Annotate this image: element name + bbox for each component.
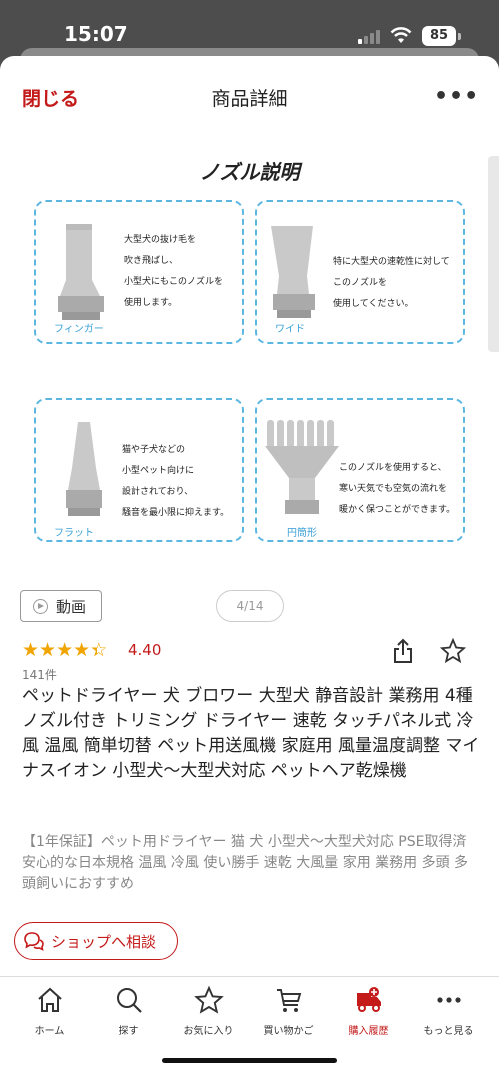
share-icon[interactable] <box>392 638 414 664</box>
rating-star-icon: ☆★ <box>90 639 108 661</box>
favorite-star-icon[interactable] <box>440 638 466 664</box>
tab-label: もっと見る <box>423 1026 474 1037</box>
nozzle-name: フィンガー <box>54 324 104 335</box>
review-count[interactable]: 141件 <box>22 666 57 683</box>
more-menu-button[interactable]: ••• <box>434 84 479 109</box>
tab-purchase-history[interactable]: 購入履歴 <box>327 977 410 1047</box>
signal-icon <box>358 30 380 44</box>
rating-stars: ★★★★☆★ <box>22 640 107 660</box>
tab-home[interactable]: ホーム <box>8 977 91 1047</box>
finger-nozzle-image <box>58 224 104 320</box>
rating-value: 4.40 <box>128 641 162 659</box>
next-image-peek[interactable] <box>488 156 499 352</box>
nozzle-description: 猫や子犬などの 小型ペット向けに 設計されており、 騒音を最小限に抑えます。 <box>122 445 230 518</box>
comb-nozzle-image <box>265 420 339 514</box>
nozzle-description: 特に大型犬の速乾性に対して このノズルを 使用してください。 <box>333 257 450 309</box>
tab-more[interactable]: もっと見る <box>407 977 490 1047</box>
nozzle-card-flat: フラット 猫や子犬などの 小型ペット向けに 設計されており、 騒音を最小限に抑え… <box>34 398 244 542</box>
chat-bubble-icon <box>24 932 44 951</box>
tab-label: 買い物かご <box>263 1026 314 1037</box>
header: 閉じる 商品詳細 ••• <box>0 56 499 122</box>
rating-star-icon: ★ <box>39 639 57 661</box>
nozzle-name: ワイド <box>275 324 305 335</box>
nozzle-card-wide: ワイド 特に大型犬の速乾性に対して このノズルを 使用してください。 <box>255 200 465 344</box>
cart-icon <box>277 989 302 1012</box>
rating-star-icon: ★ <box>22 639 40 661</box>
wifi-icon <box>390 27 412 43</box>
more-icon <box>437 997 461 1003</box>
tab-cart[interactable]: 買い物かご <box>247 977 330 1047</box>
page-title: 商品詳細 <box>211 88 288 110</box>
wide-nozzle-image <box>271 226 315 318</box>
nozzle-description: 大型犬の抜け毛を 吹き飛ばし、 小型犬にもこのノズルを 使用します。 <box>124 235 224 308</box>
image-title: ノズル説明 <box>199 160 300 184</box>
video-button[interactable]: 動画 <box>20 590 102 622</box>
star-icon <box>194 985 224 1014</box>
play-icon <box>33 599 48 614</box>
nozzle-card-finger: フィンガー 大型犬の抜け毛を 吹き飛ばし、 小型犬にもこのノズルを 使用します。 <box>34 200 244 344</box>
shop-consult-button[interactable]: ショップへ相談 <box>14 922 178 960</box>
video-label: 動画 <box>56 598 87 616</box>
home-icon <box>38 987 62 1012</box>
image-pager: 4/14 <box>216 590 284 622</box>
tab-label: 探す <box>118 1026 139 1037</box>
search-icon <box>117 988 142 1013</box>
truck-icon <box>357 987 381 1012</box>
tab-label: 購入履歴 <box>348 1026 389 1037</box>
rating-star-icon: ★ <box>73 639 91 661</box>
tab-label: お気に入り <box>183 1026 234 1037</box>
rating-star-icon: ★ <box>56 639 74 661</box>
home-indicator <box>162 1058 337 1063</box>
bottom-tab-bar: ホーム 探す お気に入り 買い物かご 購入履歴 もっと見る <box>0 976 499 1080</box>
tab-search[interactable]: 探す <box>87 977 170 1047</box>
tab-label: ホーム <box>34 1026 65 1037</box>
nozzle-description: このノズルを使用すると、 寒い天気でも空気の流れを 暖かく保つことができます。 <box>339 463 456 515</box>
nozzle-name: フラット <box>54 528 94 539</box>
nozzle-name: 円筒形 <box>287 528 317 539</box>
shop-consult-label: ショップへ相談 <box>51 933 157 951</box>
nozzle-card-cylinder: 円筒形 このノズルを使用すると、 寒い天気でも空気の流れを 暖かく保つことができ… <box>255 398 465 542</box>
battery-icon: 85 <box>422 26 461 46</box>
product-description: 【1年保証】ペット用ドライヤー 猫 犬 小型犬～大型犬対応 PSE取得済 安心的… <box>22 834 469 892</box>
product-detail-sheet: 閉じる 商品詳細 ••• ノズル説明 フィンガー 大型犬の抜け毛を 吹き飛ばし、… <box>0 56 499 1080</box>
product-title: ペットドライヤー 犬 ブロワー 大型犬 静音設計 業務用 4種ノズル付き トリミ… <box>22 686 480 781</box>
tab-favorites[interactable]: お気に入り <box>167 977 250 1047</box>
flat-nozzle-image <box>66 422 102 516</box>
status-time: 15:07 <box>64 22 128 46</box>
